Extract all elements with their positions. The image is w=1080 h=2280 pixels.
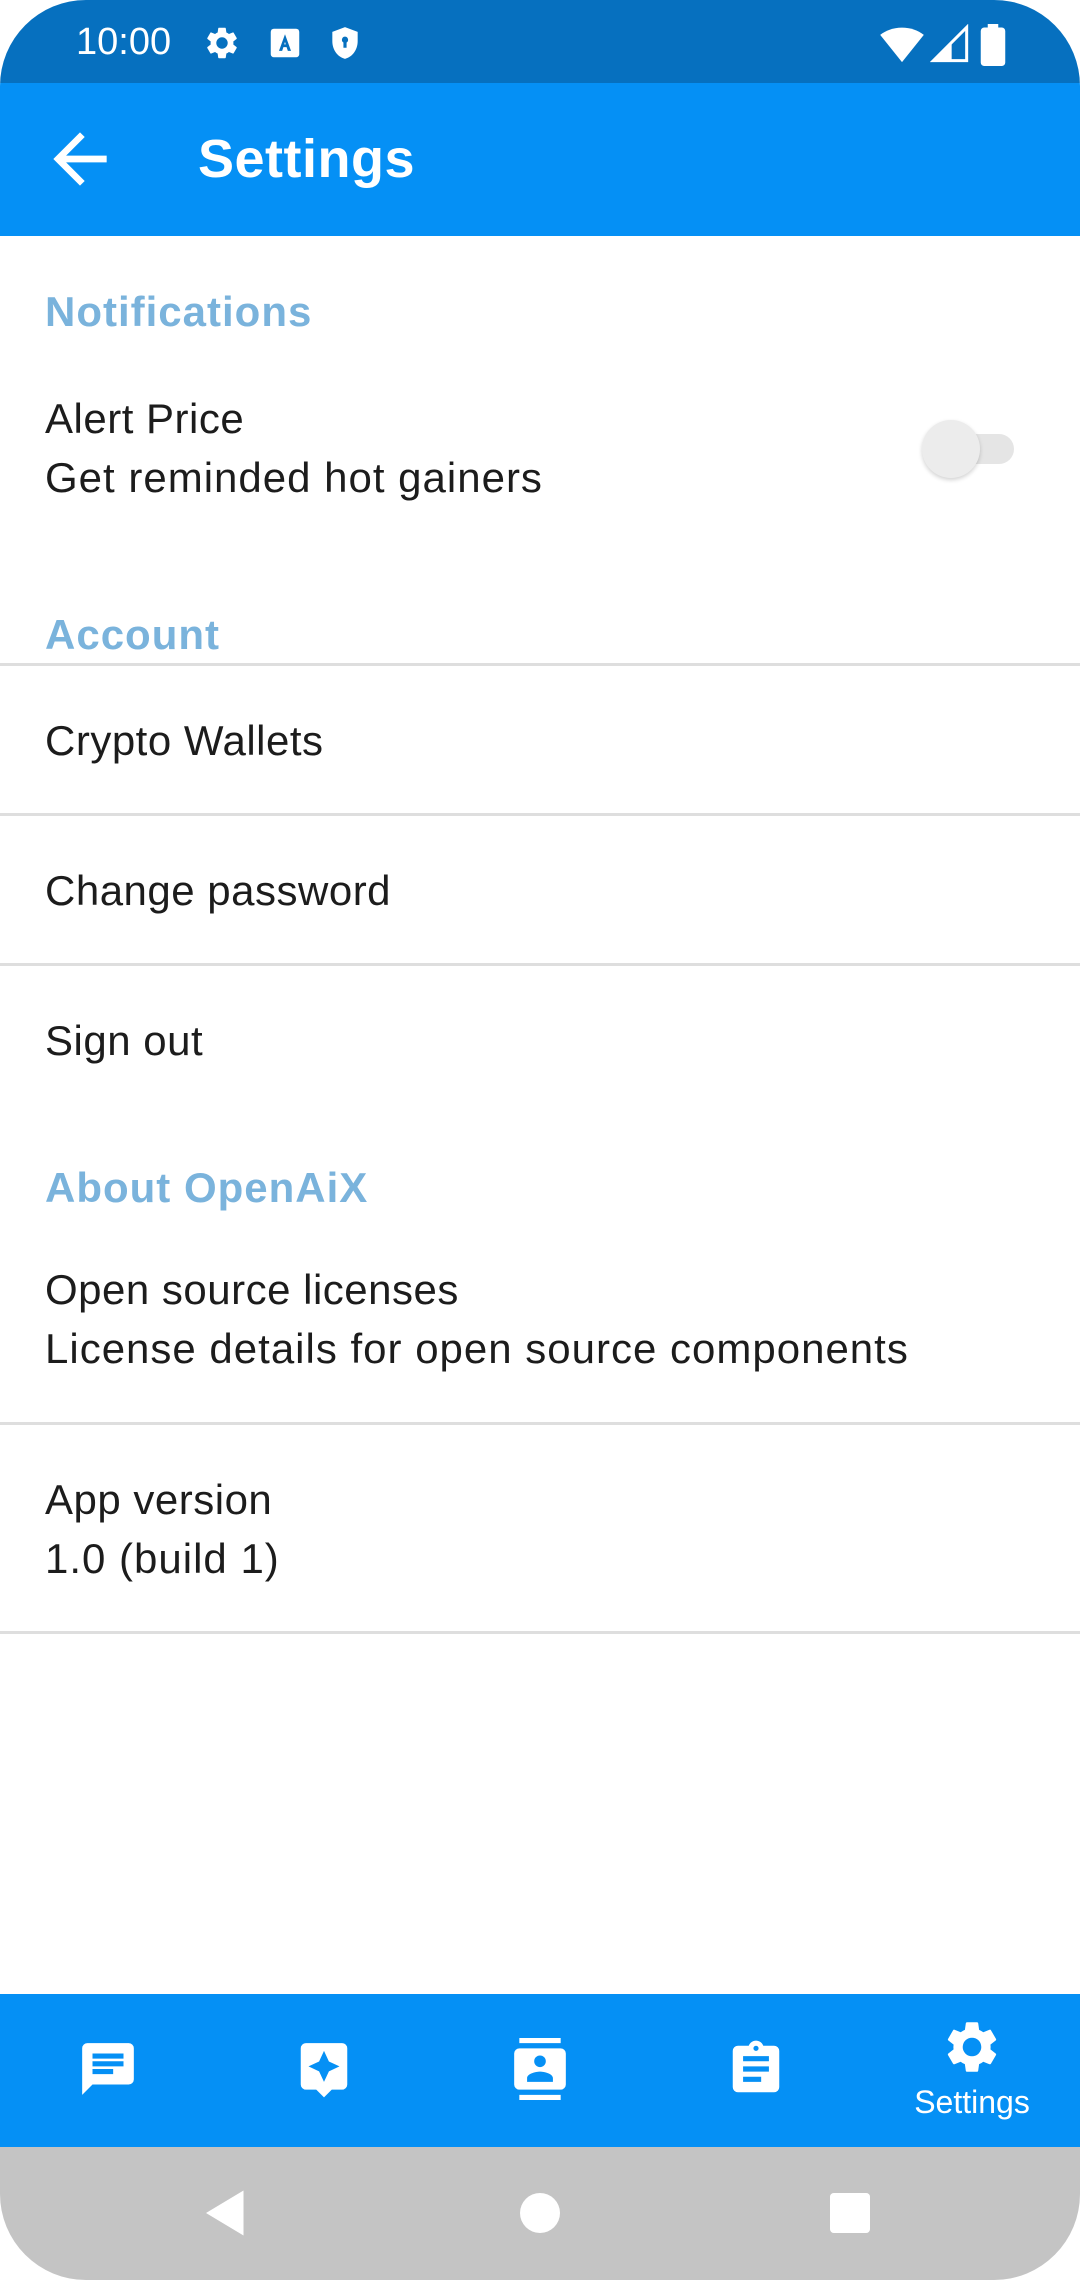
app-bar: Settings xyxy=(0,83,1080,236)
pref-crypto-wallets-title: Crypto Wallets xyxy=(45,717,324,764)
back-button[interactable] xyxy=(40,119,120,199)
divider xyxy=(0,1631,1080,1634)
pref-alert-price[interactable]: Alert Price Get reminded hot gainers xyxy=(0,390,1080,530)
pref-version-summary: 1.0 (build 1) xyxy=(45,1535,280,1582)
nav-item-sparkle[interactable] xyxy=(216,1994,432,2147)
device-screen: 10:00 Settings Notifications Alert Price… xyxy=(0,0,1080,2280)
toggle-thumb xyxy=(922,420,980,478)
pref-crypto-wallets[interactable]: Crypto Wallets xyxy=(0,666,1080,813)
shield-icon xyxy=(326,24,364,62)
nav-item-chat[interactable] xyxy=(0,1994,216,2147)
square-recents-icon xyxy=(830,2193,870,2233)
arrow-left-icon xyxy=(53,132,107,186)
circle-home-icon xyxy=(520,2193,560,2233)
pref-sign-out-title: Sign out xyxy=(45,1017,204,1064)
section-header-notifications: Notifications xyxy=(45,288,313,335)
clipboard-icon xyxy=(725,2038,787,2100)
pref-change-password[interactable]: Change password xyxy=(0,816,1080,963)
battery-icon xyxy=(978,24,1008,66)
system-recents-button[interactable] xyxy=(790,2147,910,2280)
gear-icon xyxy=(203,24,241,62)
pref-change-password-title: Change password xyxy=(45,867,392,914)
gear-icon xyxy=(941,2016,1003,2078)
triangle-back-icon xyxy=(206,2190,244,2236)
alert-price-toggle[interactable] xyxy=(922,420,1016,478)
section-header-about: About OpenAiX xyxy=(45,1164,369,1211)
system-navigation-bar xyxy=(0,2147,1080,2280)
nav-item-contacts[interactable] xyxy=(432,1994,648,2147)
wifi-icon xyxy=(880,24,924,64)
system-back-button[interactable] xyxy=(166,2147,286,2280)
page-title: Settings xyxy=(198,129,416,189)
chat-icon xyxy=(77,2038,139,2100)
pref-licenses-summary: License details for open source componen… xyxy=(45,1325,909,1372)
pref-sign-out[interactable]: Sign out xyxy=(0,966,1080,1113)
pref-alert-price-summary: Get reminded hot gainers xyxy=(45,454,543,501)
nav-label-settings: Settings xyxy=(914,2084,1030,2120)
nav-item-clipboard[interactable] xyxy=(648,1994,864,2147)
section-header-account: Account xyxy=(45,611,220,658)
pref-open-source-licenses[interactable]: Open source licenses License details for… xyxy=(0,1240,1080,1422)
font-a-icon xyxy=(266,24,304,62)
status-time: 10:00 xyxy=(76,21,172,63)
sparkle-message-icon xyxy=(293,2038,355,2100)
system-home-button[interactable] xyxy=(480,2147,600,2280)
pref-app-version[interactable]: App version 1.0 (build 1) xyxy=(0,1425,1080,1631)
pref-alert-price-title: Alert Price xyxy=(45,395,245,442)
contact-card-icon xyxy=(509,2038,571,2100)
pref-version-title: App version xyxy=(45,1476,273,1523)
signal-icon xyxy=(930,24,970,64)
bottom-navigation: Settings xyxy=(0,1994,1080,2147)
pref-licenses-title: Open source licenses xyxy=(45,1266,459,1313)
status-bar: 10:00 xyxy=(0,0,1080,83)
nav-item-settings[interactable]: Settings xyxy=(864,1994,1080,2147)
